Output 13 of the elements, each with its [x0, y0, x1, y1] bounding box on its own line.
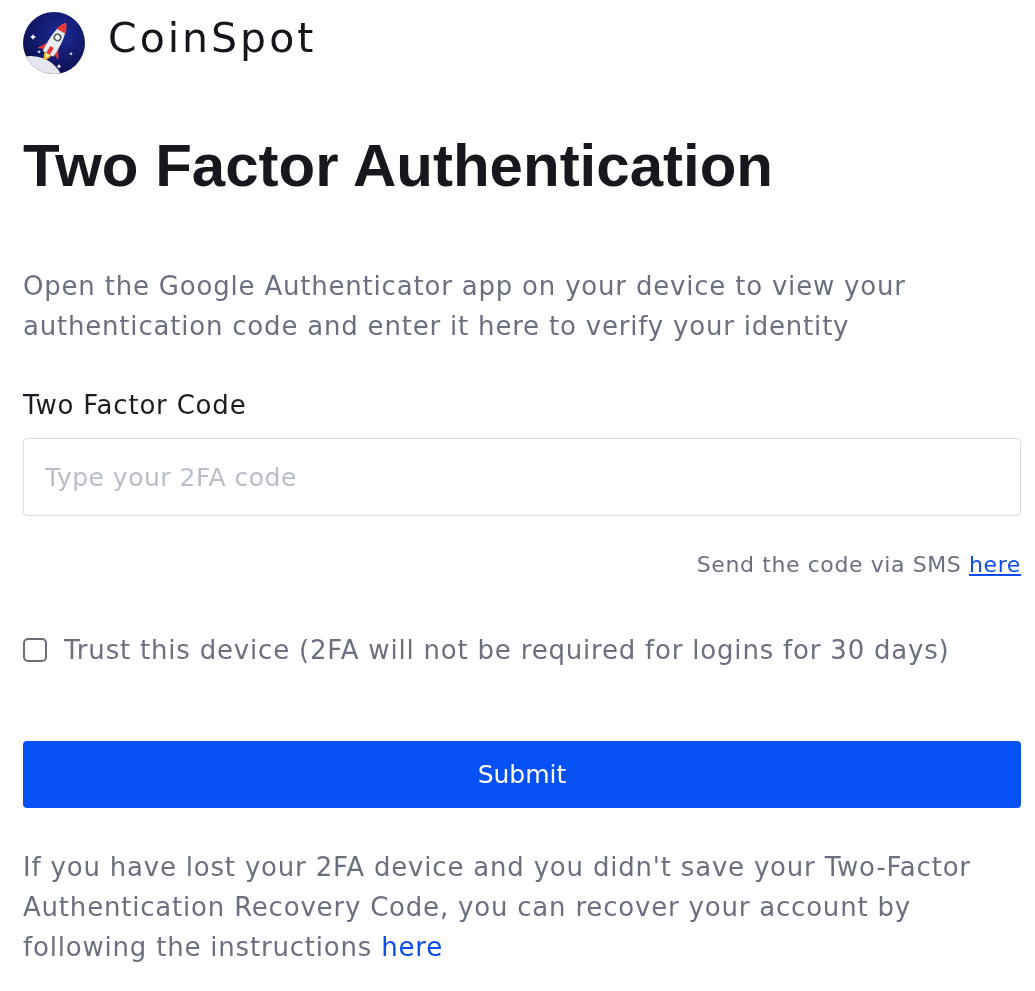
brand-name: CoinSpot: [108, 13, 317, 63]
sms-hint-text: Send the code via SMS here: [695, 551, 1021, 579]
instruction-text: Open the Google Authenticator app on your device to view your authentication code and enter it here to verify your identity: [23, 270, 907, 343]
code-input-field[interactable]: Type your 2FA code: [23, 438, 1021, 516]
recovery-text: If you have lost your 2FA device and you didn't save your Two-Factor Authentication Recovery Code, you can recover your account by following the instructions here: [23, 851, 972, 964]
page-heading: Two Factor Authentication: [23, 131, 774, 201]
sms-link[interactable]: here: [969, 552, 1021, 577]
trust-label: Trust this device (2FA will not be required for logins for 30 days): [64, 634, 950, 667]
recovery-link[interactable]: here: [381, 932, 443, 962]
field-label: Two Factor Code: [23, 389, 247, 422]
rocket-logo-icon: [23, 12, 85, 74]
trust-checkbox[interactable]: [23, 638, 47, 662]
submit-button[interactable]: Submit: [23, 741, 1021, 808]
